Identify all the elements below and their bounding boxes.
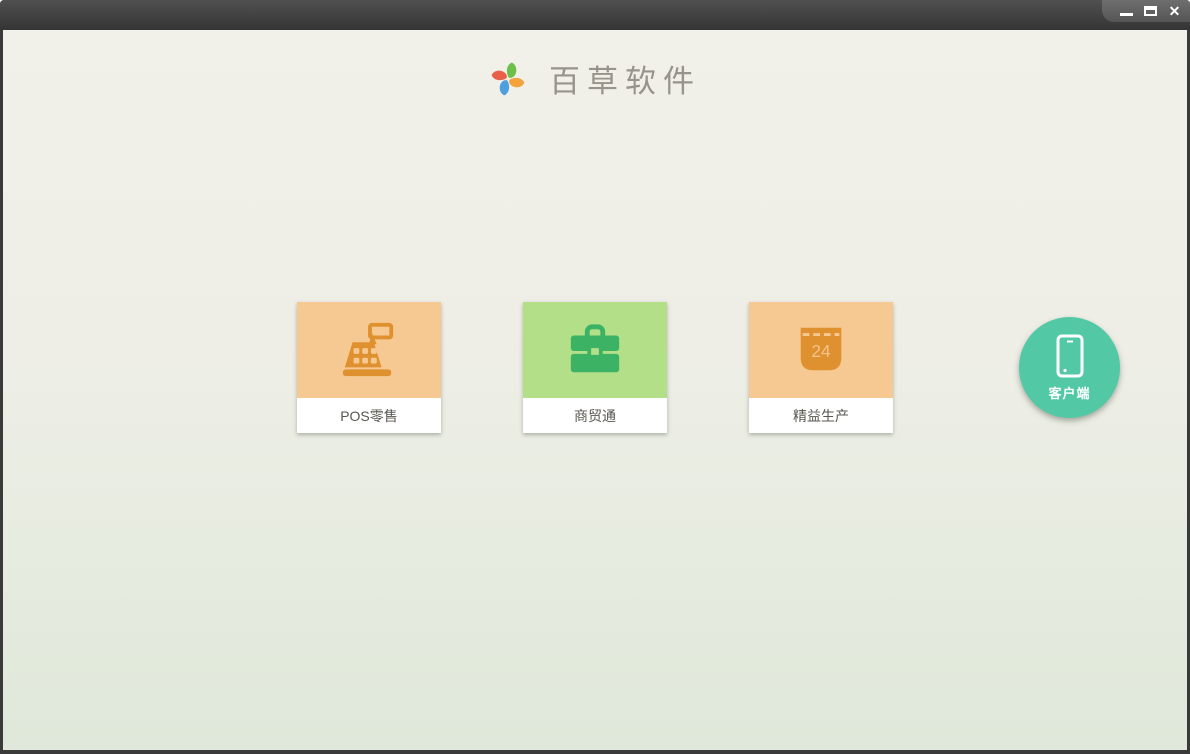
main-content: 百草软件 POS零售 商贸通 24 精益生产 客户端 [3,30,1187,750]
close-icon: ✕ [1168,3,1181,19]
product-label: POS零售 [340,407,398,424]
product-card-trade[interactable]: 商贸通 [523,302,667,433]
window-controls: ✕ [1102,0,1190,22]
product-label: 商贸通 [574,407,616,424]
titlebar: ✕ [0,0,1190,30]
trade-tile [523,302,667,398]
pos-tile [297,302,441,398]
app-header: 百草软件 [3,56,1187,101]
client-button-label: 客户端 [1048,385,1091,401]
briefcase-icon [570,324,620,373]
calendar-day: 24 [811,341,831,361]
page-title: 百草软件 [549,64,701,100]
cash-register-icon [342,322,394,377]
lean-tile: 24 [749,302,893,398]
app-window: ✕ 百草软件 POS零售 商贸通 24 精益生产 客户端 [0,0,1190,754]
minimize-button[interactable] [1119,4,1134,19]
maximize-button[interactable] [1143,4,1158,19]
close-button[interactable]: ✕ [1167,4,1182,19]
smartphone-icon [1056,334,1083,377]
client-button[interactable]: 客户端 [1019,317,1120,418]
product-label: 精益生产 [793,407,849,424]
pinwheel-logo-icon [491,62,525,95]
calendar-icon: 24 [800,327,842,371]
maximize-icon [1144,6,1157,16]
product-card-lean[interactable]: 24 精益生产 [749,302,893,433]
product-card-pos[interactable]: POS零售 [297,302,441,433]
minimize-icon [1120,12,1133,16]
